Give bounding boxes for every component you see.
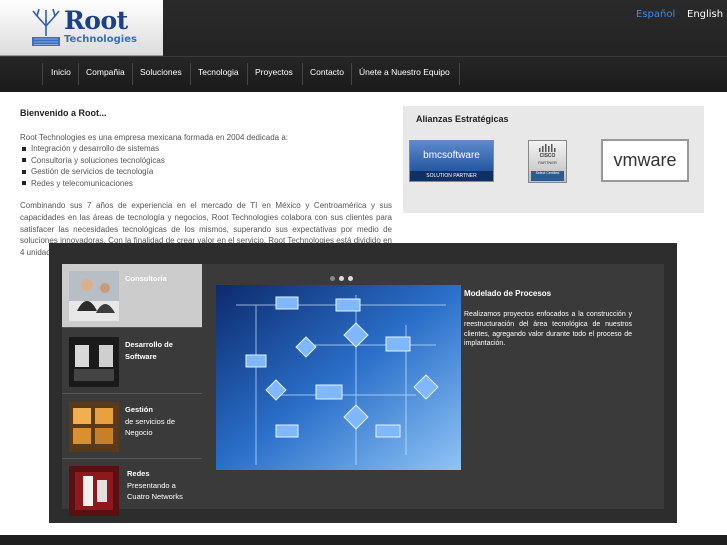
list-item: Integración y desarrollo de sistemas <box>22 144 165 156</box>
nav-divider <box>302 63 303 85</box>
nav-item-soluciones[interactable]: Soluciones <box>140 67 182 77</box>
nav-item-inicio[interactable]: Inicio <box>51 67 71 77</box>
tab-consultoria[interactable]: Consultoría <box>62 264 202 328</box>
nav-item-unete[interactable]: Únete a Nuestro Equipo <box>359 67 450 77</box>
tab-title: Gestión de servicios de Negocio <box>125 404 175 439</box>
process-flowchart-image <box>216 285 461 470</box>
cisco-cert-label: Select Certified <box>531 171 564 181</box>
slider-pagination <box>330 266 357 285</box>
intro-text: Root Technologies es una empresa mexican… <box>20 133 289 142</box>
tab-gestion[interactable]: Gestión de servicios de Negocio <box>62 395 202 459</box>
nav-divider <box>132 63 133 85</box>
welcome-title: Bienvenido a Root... <box>20 108 107 118</box>
tab-heading: Consultoría <box>125 274 167 283</box>
services-list: Integración y desarrollo de sistemas Con… <box>22 144 165 190</box>
tab-heading: Gestión <box>125 405 153 414</box>
tab-subtitle: Presentando a <box>127 480 176 490</box>
cisco-wordmark: CISCO <box>539 153 556 159</box>
tab-title: Redes Presentando a Cuatro Networks <box>127 468 183 503</box>
tab-subtitle: Cuatro Networks <box>127 492 183 501</box>
vmware-partner-logo[interactable]: vmware <box>601 139 689 182</box>
bmc-wordmark: bmcsoftware <box>410 141 493 171</box>
nav-divider <box>190 63 191 85</box>
cisco-partner-logo[interactable]: CISCO PARTNER Select Certified <box>528 140 567 183</box>
site-header: Root Technologies Español English Inicio… <box>0 0 727 92</box>
tab-redes[interactable]: Redes Presentando a Cuatro Networks <box>62 459 202 523</box>
language-spanish-link[interactable]: Español <box>636 9 675 20</box>
nav-divider <box>78 63 79 85</box>
tab-heading: Redes <box>127 469 150 478</box>
nav-item-compania[interactable]: Compañia <box>86 67 125 77</box>
nav-item-contacto[interactable]: Contacto <box>310 67 344 77</box>
consulting-photo-icon <box>69 271 119 321</box>
tab-title: Consultoría <box>125 273 167 285</box>
networks-logo-icon <box>69 466 119 516</box>
bmc-partner-logo[interactable]: bmcsoftware SOLUTION PARTNER <box>409 140 494 182</box>
tab-subtitle: de servicios de <box>125 416 176 426</box>
tab-title: Desarrollo de Software <box>125 339 173 362</box>
list-item: Consultoría y soluciones tecnológicas <box>22 156 165 168</box>
nav-item-tecnologia[interactable]: Tecnologia <box>198 67 239 77</box>
nav-divider <box>247 63 248 85</box>
nav-divider <box>459 63 460 85</box>
cisco-partner-label: PARTNER <box>538 160 557 165</box>
slide-description: Realizamos proyectos enfocados a la cons… <box>464 311 632 348</box>
nav-divider <box>42 63 43 85</box>
alliances-title: Alianzas Estratégicas <box>416 114 509 124</box>
logo[interactable]: Root Technologies <box>0 0 163 56</box>
software-photo-icon <box>69 337 119 387</box>
tree-logo-icon <box>32 8 60 46</box>
language-english-link[interactable]: English <box>687 9 723 20</box>
logo-wordmark: Root <box>64 6 128 35</box>
tab-subtitle: Software <box>125 351 157 361</box>
nav-item-proyectos[interactable]: Proyectos <box>255 67 293 77</box>
footer-bar <box>0 535 727 545</box>
tab-heading: Desarrollo de <box>125 340 173 349</box>
tab-subtitle: Negocio <box>125 428 153 437</box>
logo-subtitle: Technologies <box>64 34 137 45</box>
list-item: Gestión de servicios de tecnología <box>22 167 165 179</box>
bmc-badge: SOLUTION PARTNER <box>410 171 493 181</box>
management-photo-icon <box>69 402 119 452</box>
cisco-bars-icon <box>539 144 556 152</box>
alliances-panel: Alianzas Estratégicas bmcsoftware SOLUTI… <box>403 106 704 213</box>
slider-dot[interactable] <box>330 276 335 281</box>
tab-desarrollo[interactable]: Desarrollo de Software <box>62 330 202 394</box>
slide-title: Modelado de Procesos <box>464 289 552 298</box>
list-item: Redes y telecomunicaciones <box>22 179 165 191</box>
slider-dot[interactable] <box>348 276 353 281</box>
slider-dot[interactable] <box>339 276 344 281</box>
nav-divider <box>351 63 352 85</box>
main-nav: Inicio Compañia Soluciones Tecnologia Pr… <box>0 56 727 92</box>
